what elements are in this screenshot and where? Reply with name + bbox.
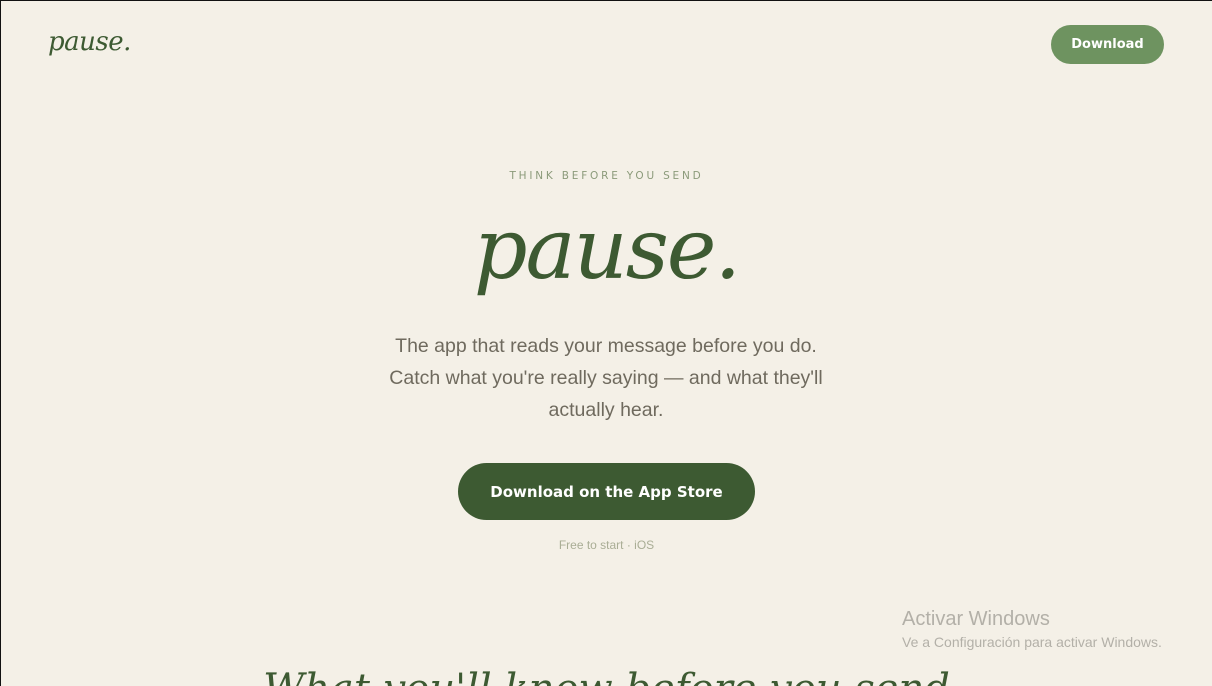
windows-activation-watermark: Activar Windows Ve a Configuración para …: [902, 607, 1162, 652]
pricing-note: Free to start · iOS: [558, 538, 655, 552]
watermark-title: Activar Windows: [902, 608, 1050, 630]
page: pause. Download THINK BEFORE YOU SEND pa…: [1, 1, 1212, 686]
features-section-title: What you'll know before you send: [1, 665, 1212, 686]
nav-logo[interactable]: pause.: [48, 27, 131, 57]
watermark-subtitle: Ve a Configuración para activar Windows.: [902, 634, 1162, 650]
app-store-download-button[interactable]: Download on the App Store: [458, 463, 755, 520]
hero-subtitle: The app that reads your message before y…: [389, 335, 823, 421]
hero-eyebrow: THINK BEFORE YOU SEND: [509, 170, 704, 182]
nav-download-button[interactable]: Download: [1051, 25, 1164, 64]
hero-title: pause.: [473, 200, 741, 298]
